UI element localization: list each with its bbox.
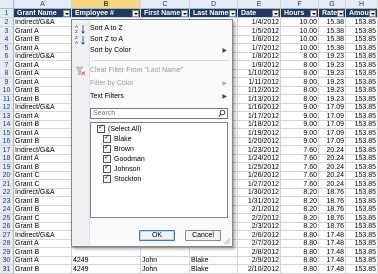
- header-employee-number[interactable]: Employee #: [72, 9, 141, 18]
- text-filters[interactable]: Text Filters ▶: [90, 92, 230, 102]
- checkbox-label: Goodman: [114, 156, 145, 163]
- cell-f[interactable]: 8.80: [281, 264, 319, 274]
- header-first-name[interactable]: First Name: [141, 9, 190, 18]
- text-filters-label: Text Filters: [90, 93, 124, 100]
- menu-icon-gutter: [72, 20, 90, 246]
- sort-by-color[interactable]: Sort by Color ▶: [90, 46, 230, 56]
- search-box[interactable]: [90, 108, 228, 119]
- cell-e[interactable]: 2/10/2012: [238, 264, 281, 274]
- search-input[interactable]: [91, 109, 215, 118]
- filter-dropdown-button[interactable]: [63, 10, 70, 17]
- header-hours[interactable]: Hours: [281, 9, 319, 18]
- filter-dropdown-button[interactable]: [132, 10, 139, 17]
- autofilter-menu: AZ Sort A to Z ZA Sort Z to A Sort by Co…: [71, 19, 233, 247]
- filter-dropdown-button[interactable]: [272, 10, 279, 17]
- cell-b[interactable]: 4249: [72, 264, 141, 274]
- header-label: Rate: [322, 10, 338, 17]
- cell-d[interactable]: Blake: [190, 264, 238, 274]
- header-rate[interactable]: Rate: [319, 9, 346, 18]
- filter-dropdown-button[interactable]: [310, 10, 317, 17]
- column-letter-a[interactable]: A: [14, 0, 72, 9]
- header-label: First Name: [144, 10, 181, 17]
- menu-separator: [91, 60, 229, 61]
- header-label: Last Name: [193, 10, 229, 17]
- checkbox-label: Brown: [114, 146, 134, 153]
- sort-descending-icon: ZA: [75, 35, 86, 45]
- filter-by-color[interactable]: Filter by Color ▶: [90, 79, 230, 89]
- search-icon: [218, 109, 226, 118]
- header-label: Grant Name: [17, 10, 57, 17]
- header-label: Hours: [284, 10, 305, 17]
- checkbox-label: Stockton: [114, 176, 142, 183]
- filter-dropdown-button[interactable]: [337, 10, 344, 17]
- column-letter-g[interactable]: G: [319, 0, 346, 9]
- header-amount[interactable]: Amount: [346, 9, 378, 18]
- cancel-button[interactable]: Cancel: [185, 230, 221, 241]
- checkbox-label: (Select All): [108, 126, 142, 133]
- filter-dropdown-button[interactable]: [229, 10, 236, 17]
- sort-ascending-icon: AZ: [75, 24, 86, 34]
- cell-g[interactable]: 17.48: [319, 264, 346, 274]
- filter-value-list: (Select All) Blake Brown Goodman Johnson…: [90, 122, 228, 218]
- row-number[interactable]: 1: [0, 9, 14, 18]
- checkbox-checked-icon: [103, 133, 111, 144]
- column-letter-c[interactable]: C: [141, 0, 190, 9]
- clear-filter-icon: [75, 66, 86, 76]
- clear-filter[interactable]: Clear Filter From "Last Name": [90, 66, 230, 76]
- checkbox-checked-icon: [97, 123, 105, 134]
- svg-text:Z: Z: [75, 29, 78, 34]
- submenu-arrow-icon: ▶: [222, 94, 227, 100]
- checkbox-checked-icon: [103, 153, 111, 164]
- header-grant-name[interactable]: Grant Name: [14, 9, 72, 18]
- select-all-corner[interactable]: [0, 0, 14, 9]
- svg-text:A: A: [75, 40, 78, 45]
- filter-by-color-label: Filter by Color: [90, 80, 134, 87]
- column-letter-e[interactable]: E: [238, 0, 281, 9]
- column-headers: A B C D E F G H: [0, 0, 378, 9]
- header-date[interactable]: Date: [238, 9, 281, 18]
- header-row: 1 Grant Name Employee # First Name Last …: [0, 9, 378, 18]
- column-letter-h[interactable]: H: [346, 0, 378, 9]
- header-last-name[interactable]: Last Name: [190, 9, 238, 18]
- table-row: 31 Grant B 4249 John Blake 2/10/2012 8.80 17.48…: [0, 264, 378, 274]
- checkbox-checked-icon: [103, 173, 111, 184]
- checkbox-checked-icon: [103, 163, 111, 174]
- checkbox-checked-icon: [103, 143, 111, 154]
- checkbox-label: Johnson: [114, 166, 141, 173]
- column-letter-b[interactable]: B: [72, 0, 141, 9]
- sort-a-to-z[interactable]: Sort A to Z: [90, 24, 230, 34]
- checkbox-stockton[interactable]: Stockton: [103, 173, 142, 184]
- submenu-arrow-icon: ▶: [222, 81, 227, 87]
- checkbox-label: Blake: [114, 136, 132, 143]
- header-label: Date: [241, 10, 257, 17]
- ok-button[interactable]: OK: [139, 230, 175, 241]
- cell-h[interactable]: 153.85: [346, 264, 378, 274]
- row-number[interactable]: 31: [0, 264, 14, 274]
- sort-z-to-a[interactable]: Sort Z to A: [90, 35, 230, 45]
- cell-c[interactable]: John: [141, 264, 190, 274]
- submenu-arrow-icon: ▶: [222, 48, 227, 54]
- column-letter-d[interactable]: D: [190, 0, 238, 9]
- filter-dropdown-button[interactable]: [181, 10, 188, 17]
- resize-grip-icon[interactable]: [224, 238, 230, 244]
- column-letter-f[interactable]: F: [281, 0, 319, 9]
- sort-by-color-label: Sort by Color: [90, 47, 131, 54]
- filter-dropdown-button[interactable]: [369, 10, 376, 17]
- cell-a[interactable]: Grant B: [14, 264, 72, 274]
- header-label: Employee #: [75, 10, 114, 17]
